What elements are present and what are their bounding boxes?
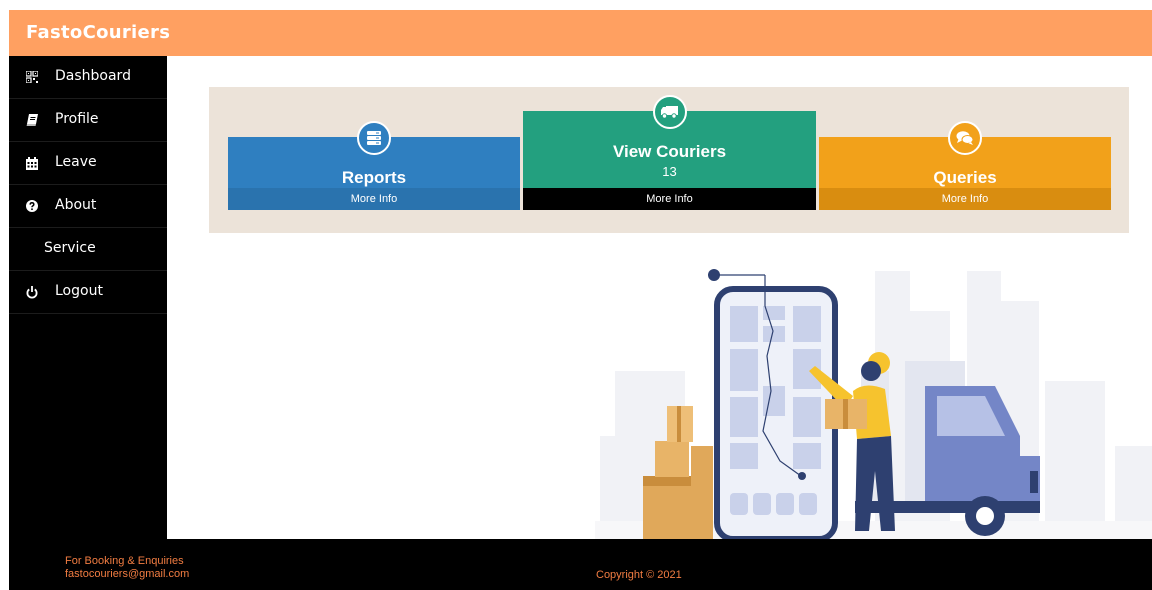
queries-more-info-link[interactable]: More Info [819,188,1111,210]
view-couriers-more-info-link[interactable]: More Info [523,188,816,210]
sidebar-item-service[interactable]: Service [9,228,167,271]
sidebar-item-logout[interactable]: Logout [9,271,167,314]
card-title: View Couriers [612,142,727,161]
app-frame: FastoCouriers Dashboard Profile Leave Ab… [9,10,1152,590]
sidebar-item-label: Profile [55,111,99,127]
question-circle-icon [25,198,39,214]
sidebar-item-label: About [55,197,97,213]
sidebar-item-label: Dashboard [55,68,131,84]
reports-more-info-link[interactable]: More Info [228,188,520,210]
courier-count: 13 [662,164,677,179]
card-title: Queries [933,168,997,187]
brand-logo[interactable]: FastoCouriers [26,22,170,43]
card-title: Reports [341,168,407,187]
sidebar-item-dashboard[interactable]: Dashboard [9,56,167,99]
dashboard-cards-panel: Reports More Info View Couriers 13 More … [209,87,1129,233]
view-couriers-card[interactable]: View Couriers 13 More Info [523,95,816,210]
booking-email[interactable]: fastocouriers@gmail.com [65,568,189,581]
sidebar-item-profile[interactable]: Profile [9,99,167,142]
sidebar-item-label: Leave [55,154,97,170]
reports-card[interactable]: Reports More Info [228,121,520,210]
footer: For Booking & Enquiries fastocouriers@gm… [9,539,1152,590]
delivery-illustration [595,269,1152,539]
truck-icon [652,95,687,129]
queries-card[interactable]: Queries More Info [819,121,1111,210]
sidebar: Dashboard Profile Leave About Service Lo… [9,56,167,539]
server-icon [357,121,391,155]
top-bar: FastoCouriers [9,10,1152,56]
sidebar-item-about[interactable]: About [9,185,167,228]
copyright: Copyright © 2021 [596,569,682,581]
qrcode-icon [25,69,39,85]
booking-contact: For Booking & Enquiries fastocouriers@gm… [65,555,189,581]
sidebar-item-leave[interactable]: Leave [9,142,167,185]
sidebar-item-label: Logout [55,283,103,299]
calendar-icon [25,155,39,171]
sidebar-item-label: Service [44,240,96,256]
power-icon [25,284,39,300]
booking-label: For Booking & Enquiries [65,555,184,567]
book-icon [25,112,39,128]
main-content: Reports More Info View Couriers 13 More … [167,56,1152,539]
comments-icon [948,121,982,155]
